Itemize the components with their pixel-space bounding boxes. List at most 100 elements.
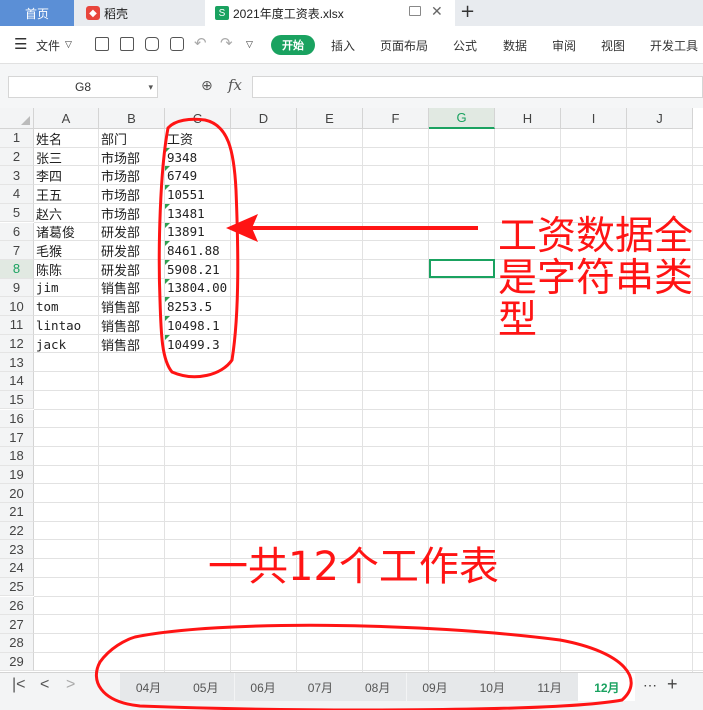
name-box[interactable]: G8 ▾ bbox=[8, 76, 158, 98]
prev-sheet-icon[interactable]: < bbox=[40, 676, 49, 694]
tab-file[interactable]: S 2021年度工资表.xlsx ✕ bbox=[205, 0, 455, 26]
row-header-27[interactable]: 27 bbox=[0, 615, 34, 634]
row-header-3[interactable]: 3 bbox=[0, 166, 34, 186]
print-icon[interactable] bbox=[145, 37, 159, 51]
cell-C12[interactable]: 10499.3 bbox=[165, 334, 231, 354]
cell-B6[interactable]: 研发部 bbox=[99, 223, 165, 241]
row-header-1[interactable]: 1 bbox=[0, 129, 34, 148]
cell-C2[interactable]: 9348 bbox=[165, 147, 231, 167]
quick-access-dropdown-icon[interactable]: ▽ bbox=[246, 39, 253, 50]
cell-C5[interactable]: 13481 bbox=[165, 203, 231, 223]
cell-B12[interactable]: 销售部 bbox=[99, 335, 165, 354]
cell-C3[interactable]: 6749 bbox=[165, 166, 231, 185]
redo-icon[interactable]: ↷ bbox=[220, 34, 233, 52]
cell-C4[interactable]: 10551 bbox=[165, 185, 231, 204]
row-header-5[interactable]: 5 bbox=[0, 203, 34, 223]
cell-A10[interactable]: tom bbox=[34, 297, 99, 316]
column-header-H[interactable]: H bbox=[495, 108, 561, 129]
row-header-20[interactable]: 20 bbox=[0, 484, 34, 503]
cell-A1[interactable]: 姓名 bbox=[34, 129, 99, 148]
sheet-tab-7[interactable]: 11月 bbox=[521, 673, 579, 701]
cell-C6[interactable]: 13891 bbox=[165, 222, 231, 242]
sheet-tab-8[interactable]: 12月 bbox=[578, 673, 636, 701]
sheet-tab-5[interactable]: 09月 bbox=[406, 673, 464, 701]
cell-C7[interactable]: 8461.88 bbox=[165, 241, 231, 260]
zoom-search-icon[interactable]: ⊕ bbox=[201, 78, 213, 94]
undo-icon[interactable]: ↶ bbox=[194, 34, 207, 52]
row-header-28[interactable]: 28 bbox=[0, 633, 34, 653]
sheet-tab-1[interactable]: 05月 bbox=[177, 673, 235, 701]
ribbon-tab-page-layout[interactable]: 页面布局 bbox=[380, 37, 428, 54]
ribbon-tab-formulas[interactable]: 公式 bbox=[453, 37, 477, 54]
row-header-11[interactable]: 11 bbox=[0, 316, 34, 335]
save-icon[interactable] bbox=[95, 37, 109, 51]
cell-A3[interactable]: 李四 bbox=[34, 166, 99, 185]
cell-A9[interactable]: jim bbox=[34, 279, 99, 298]
row-header-22[interactable]: 22 bbox=[0, 521, 34, 541]
ribbon-tab-developer[interactable]: 开发工具 bbox=[650, 37, 698, 54]
row-header-15[interactable]: 15 bbox=[0, 390, 34, 410]
select-all-corner[interactable] bbox=[0, 108, 34, 129]
cell-B2[interactable]: 市场部 bbox=[99, 148, 165, 167]
column-header-A[interactable]: A bbox=[34, 108, 99, 129]
sheet-tab-0[interactable]: 04月 bbox=[120, 673, 177, 701]
first-sheet-icon[interactable]: |< bbox=[12, 676, 26, 694]
cell-B5[interactable]: 市场部 bbox=[99, 204, 165, 223]
cell-C9[interactable]: 13804.00 bbox=[165, 278, 231, 298]
cell-B10[interactable]: 销售部 bbox=[99, 297, 165, 316]
export-icon[interactable] bbox=[120, 37, 134, 51]
cell-B9[interactable]: 销售部 bbox=[99, 279, 165, 297]
window-pin-icon[interactable] bbox=[409, 6, 421, 16]
cell-C10[interactable]: 8253.5 bbox=[165, 297, 231, 316]
cell-A2[interactable]: 张三 bbox=[34, 148, 99, 167]
row-header-14[interactable]: 14 bbox=[0, 372, 34, 391]
tab-home[interactable]: 首页 bbox=[0, 0, 74, 26]
add-sheet-button[interactable]: + bbox=[667, 674, 678, 695]
column-header-G[interactable]: G bbox=[429, 108, 495, 129]
cell-B1[interactable]: 部门 bbox=[99, 129, 165, 148]
next-sheet-icon[interactable]: > bbox=[66, 676, 75, 694]
column-header-C[interactable]: C bbox=[165, 108, 231, 129]
row-header-12[interactable]: 12 bbox=[0, 334, 34, 354]
cell-B7[interactable]: 研发部 bbox=[99, 241, 165, 260]
hamburger-menu-icon[interactable]: ☰ bbox=[14, 35, 27, 53]
column-header-I[interactable]: I bbox=[561, 108, 627, 129]
sheet-tab-3[interactable]: 07月 bbox=[291, 673, 349, 701]
row-header-19[interactable]: 19 bbox=[0, 465, 34, 485]
row-header-29[interactable]: 29 bbox=[0, 652, 34, 672]
cell-B11[interactable]: 销售部 bbox=[99, 316, 165, 335]
file-menu[interactable]: 文件 bbox=[36, 37, 60, 54]
print-preview-icon[interactable] bbox=[170, 37, 184, 51]
active-cell-selection[interactable] bbox=[429, 258, 495, 278]
row-header-18[interactable]: 18 bbox=[0, 446, 34, 466]
chevron-down-icon[interactable]: ▽ bbox=[65, 39, 72, 50]
sheet-tab-2[interactable]: 06月 bbox=[234, 673, 292, 701]
row-header-17[interactable]: 17 bbox=[0, 428, 34, 447]
row-header-26[interactable]: 26 bbox=[0, 596, 34, 616]
cell-C11[interactable]: 10498.1 bbox=[165, 316, 231, 335]
column-header-B[interactable]: B bbox=[99, 108, 165, 129]
row-header-9[interactable]: 9 bbox=[0, 278, 34, 298]
column-header-J[interactable]: J bbox=[627, 108, 693, 129]
more-sheets-icon[interactable]: ⋯ bbox=[643, 677, 657, 694]
row-header-13[interactable]: 13 bbox=[0, 353, 34, 373]
cell-C1[interactable]: 工资 bbox=[165, 129, 231, 148]
column-header-E[interactable]: E bbox=[297, 108, 363, 129]
cell-A4[interactable]: 王五 bbox=[34, 185, 99, 204]
row-header-4[interactable]: 4 bbox=[0, 185, 34, 204]
ribbon-tab-data[interactable]: 数据 bbox=[503, 37, 527, 54]
cell-A7[interactable]: 毛猴 bbox=[34, 241, 99, 260]
row-header-16[interactable]: 16 bbox=[0, 409, 34, 429]
cell-B4[interactable]: 市场部 bbox=[99, 185, 165, 204]
row-header-23[interactable]: 23 bbox=[0, 540, 34, 560]
column-header-F[interactable]: F bbox=[363, 108, 429, 129]
insert-function-icon[interactable]: fx bbox=[228, 76, 242, 94]
row-header-25[interactable]: 25 bbox=[0, 577, 34, 597]
cell-A6[interactable]: 诸葛俊 bbox=[34, 223, 99, 241]
tab-docer[interactable]: ◆ 稻壳 bbox=[78, 0, 196, 26]
row-header-2[interactable]: 2 bbox=[0, 147, 34, 167]
cell-B8[interactable]: 研发部 bbox=[99, 260, 165, 279]
cell-A12[interactable]: jack bbox=[34, 335, 99, 354]
formula-input[interactable] bbox=[252, 76, 703, 98]
ribbon-tab-review[interactable]: 审阅 bbox=[552, 37, 576, 54]
